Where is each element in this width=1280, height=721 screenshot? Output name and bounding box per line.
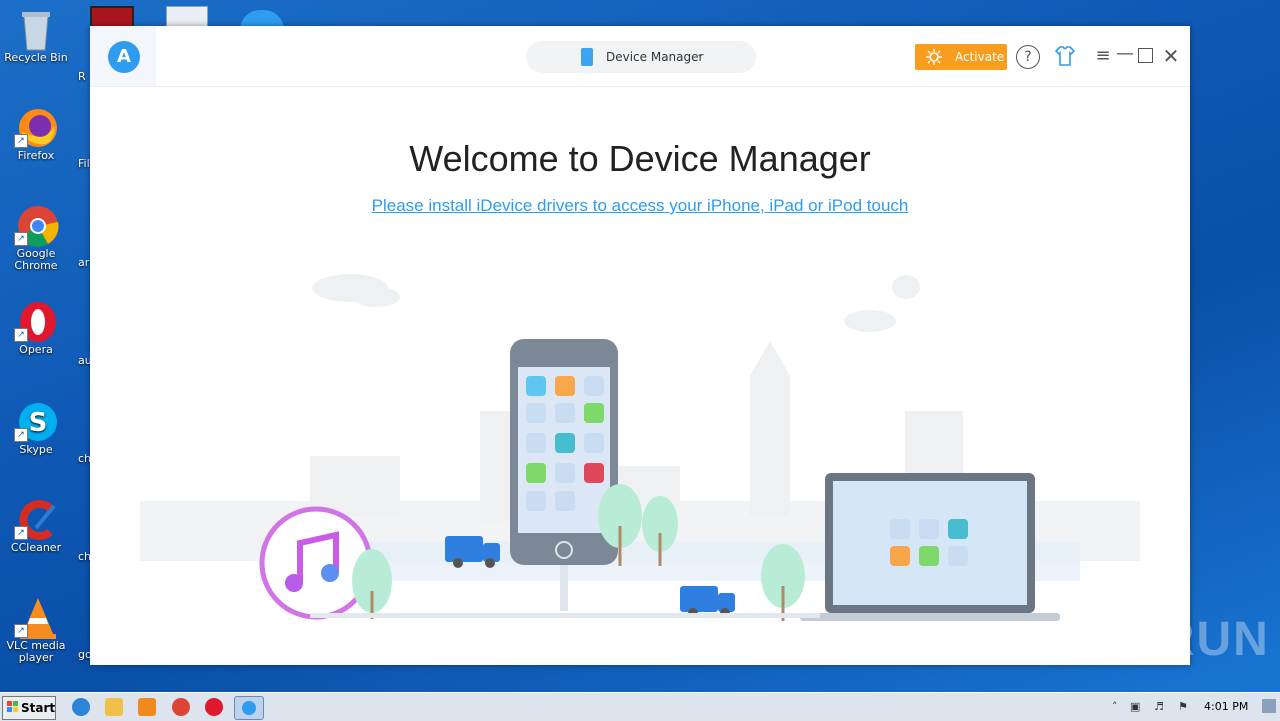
recycle-bin-icon [16, 8, 56, 51]
desktop-icon-ccleaner[interactable]: ↗ CCleaner [4, 498, 68, 554]
desktop-icon-label-partial[interactable]: Fil [78, 157, 90, 170]
skype-icon: S ↗ [14, 400, 57, 442]
desktop-icon-chrome[interactable]: ↗ Google Chrome [4, 204, 68, 272]
desktop-icons: Recycle Bin ↗ Firefox ↗ Google Chrome ↗ … [0, 0, 92, 690]
app-logo-icon: A [108, 41, 140, 73]
phone-icon [581, 48, 593, 66]
device-manager-window: A Device Manager ⌄ Activate ? ≡ — ✕ Welc… [90, 26, 1190, 665]
desktop-icon-firefox[interactable]: ↗ Firefox [4, 106, 68, 162]
desktop-icon-label-partial[interactable]: ar [78, 256, 89, 269]
watermark: ANY RUN [1038, 613, 1270, 666]
show-desktop-button[interactable] [1262, 699, 1276, 713]
close-icon[interactable]: ✕ [1158, 44, 1184, 70]
help-icon[interactable]: ? [1016, 45, 1040, 69]
desktop-icon-label: VLC media player [6, 639, 66, 664]
firefox-icon: ↗ [14, 106, 57, 148]
install-drivers-link[interactable]: Please install iDevice drivers to access… [90, 196, 1190, 216]
volume-icon[interactable]: ♬ [1154, 700, 1164, 713]
action-center-flag-icon[interactable]: ⚑ [1178, 700, 1188, 713]
skin-icon[interactable] [1052, 44, 1078, 70]
app-taskbar-button[interactable] [234, 696, 264, 720]
ccleaner-icon: ↗ [14, 498, 56, 540]
maximize-icon[interactable] [1138, 48, 1153, 63]
show-hidden-icons-icon[interactable]: ˄ [1112, 700, 1118, 713]
activate-button[interactable]: Activate [915, 44, 1007, 70]
desktop-icon-label: Opera [19, 343, 53, 356]
opera-icon[interactable] [205, 698, 223, 716]
chrome-icon: ↗ [14, 204, 59, 247]
clock[interactable]: 4:01 PM [1204, 700, 1248, 713]
taskbar: Start ˄ ▣ ♬ ⚑ 4:01 PM [0, 692, 1280, 721]
desktop-icon-skype[interactable]: S ↗ Skype [4, 400, 68, 456]
desktop-icon-label: CCleaner [10, 541, 62, 554]
internet-explorer-icon[interactable] [72, 698, 90, 716]
desktop-icon-label: Recycle Bin [4, 51, 68, 64]
start-button[interactable]: Start [2, 696, 56, 720]
activate-label: Activate [955, 50, 1005, 64]
desktop-icon-label-partial[interactable]: R [78, 70, 86, 83]
minimize-icon[interactable]: — [1112, 44, 1138, 70]
desktop-icon-label: Skype [19, 443, 53, 456]
vlc-icon: ↗ [14, 596, 56, 639]
start-label: Start [21, 701, 56, 715]
app-header: A Device Manager ⌄ Activate ? ≡ — ✕ [90, 26, 1190, 87]
chrome-icon[interactable] [172, 698, 190, 716]
explorer-icon[interactable] [105, 698, 123, 716]
media-player-icon[interactable] [138, 698, 156, 716]
page-title: Welcome to Device Manager [409, 138, 871, 179]
device-dropdown[interactable]: Device Manager ⌄ [526, 41, 756, 73]
device-illustration [140, 274, 1140, 621]
desktop-icon-vlc[interactable]: ↗ VLC media player [4, 596, 68, 664]
desktop-icon-recycle-bin[interactable]: Recycle Bin [4, 8, 68, 64]
device-dropdown-label: Device Manager [606, 50, 704, 64]
app-logo: A [90, 26, 156, 86]
svg-text:S: S [29, 408, 48, 438]
key-icon [926, 49, 942, 65]
desktop-icon-opera[interactable]: ↗ Opera [4, 300, 68, 356]
windows-flag-icon [7, 701, 18, 712]
opera-icon: ↗ [14, 300, 56, 342]
chevron-down-icon: ⌄ [696, 49, 705, 60]
app-icon [242, 701, 256, 715]
system-tray: ˄ ▣ ♬ ⚑ [1104, 693, 1280, 721]
network-icon[interactable]: ▣ [1130, 700, 1140, 713]
desktop-icon-label: Google Chrome [14, 247, 58, 272]
desktop-icon-label: Firefox [17, 149, 55, 162]
